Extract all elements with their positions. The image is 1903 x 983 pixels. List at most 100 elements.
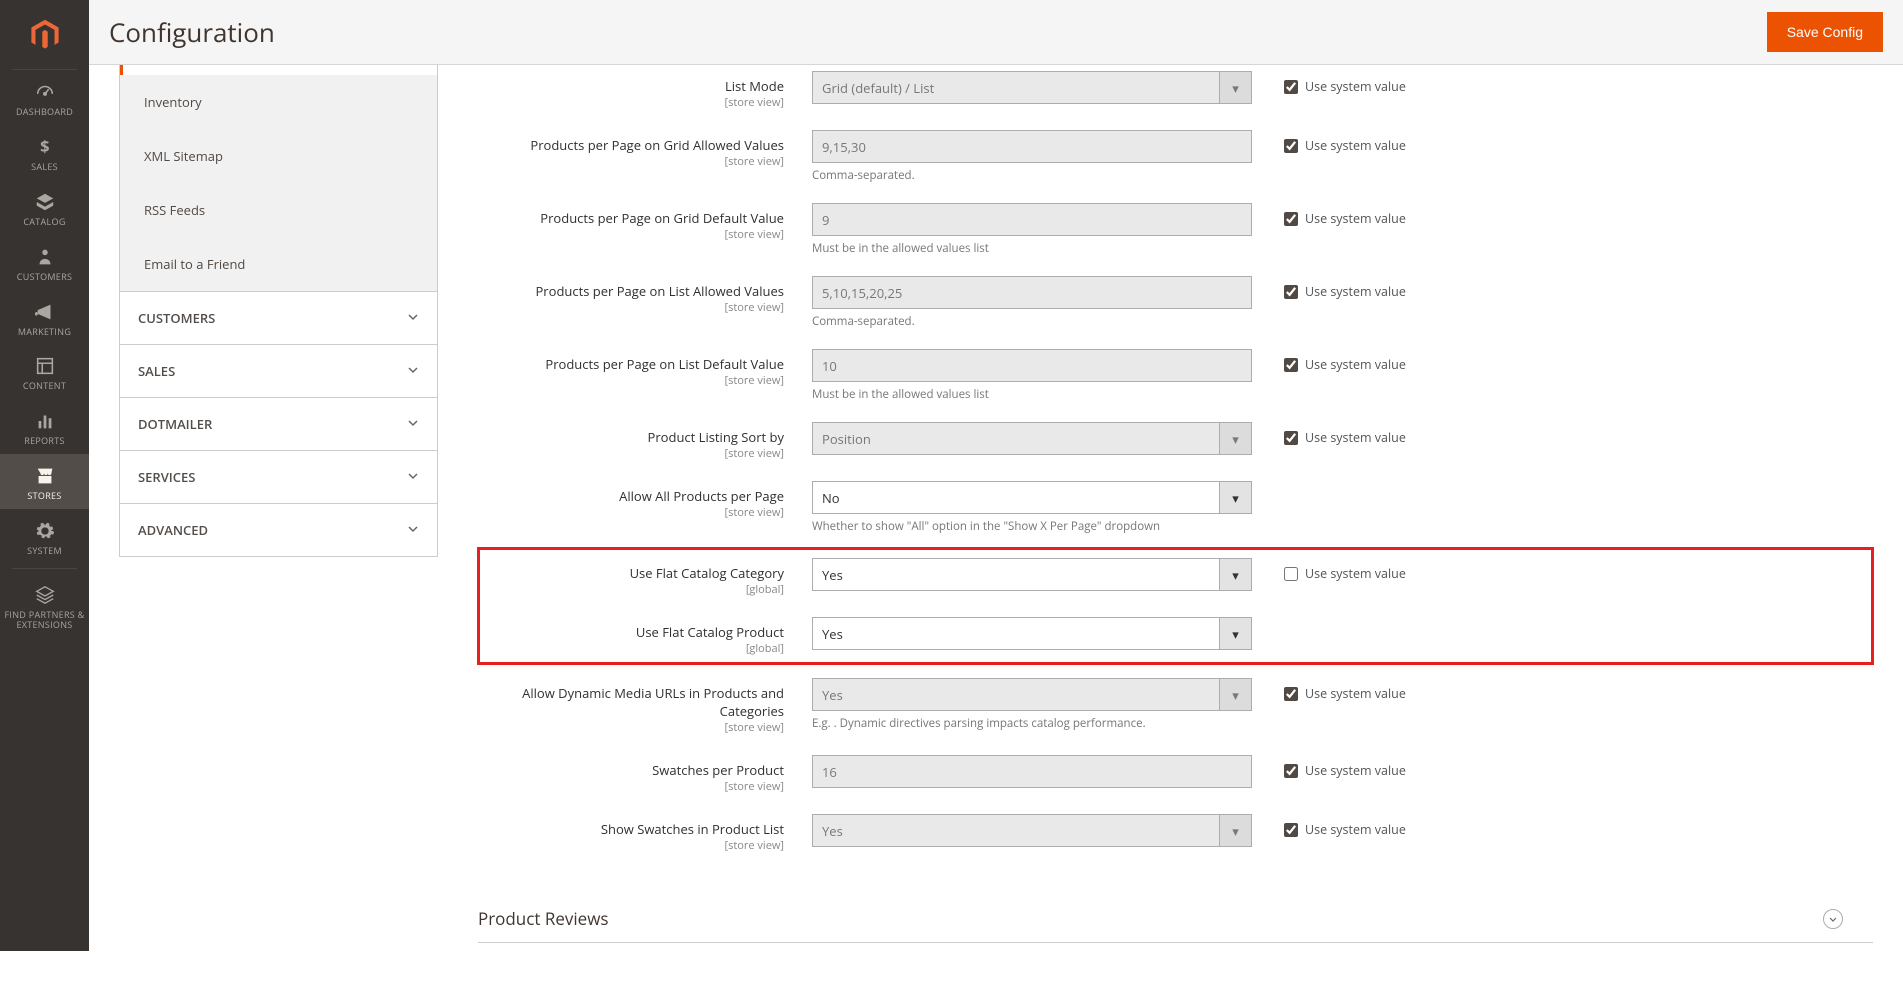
grouptab-advanced[interactable]: ADVANCED <box>120 503 437 556</box>
page-header: Configuration Save Config <box>89 0 1903 65</box>
use-system-label: Use system value <box>1305 78 1406 95</box>
field-grid-allowed: Products per Page on Grid Allowed Values… <box>478 124 1873 197</box>
use-system-check[interactable]: Use system value <box>1252 422 1427 446</box>
nav-system[interactable]: SYSTEM <box>0 509 89 564</box>
use-system-label: Use system value <box>1305 429 1406 446</box>
use-system-checkbox[interactable] <box>1284 764 1298 778</box>
swatches-input <box>812 755 1252 788</box>
use-system-label: Use system value <box>1305 762 1406 779</box>
field-label: Allow Dynamic Media URLs in Products and… <box>522 684 784 720</box>
allow-all-select[interactable]: No▾ <box>812 481 1252 514</box>
grouptab-sales[interactable]: SALES <box>120 344 437 397</box>
grid-default-input <box>812 203 1252 236</box>
use-system-check[interactable]: Use system value <box>1252 130 1427 154</box>
field-label: Use Flat Catalog Category <box>630 564 784 582</box>
use-system-checkbox[interactable] <box>1284 212 1298 226</box>
nav-label: FIND PARTNERS & EXTENSIONS <box>0 610 89 630</box>
section-product-reviews[interactable]: Product Reviews <box>478 895 1873 943</box>
use-system-check[interactable]: Use system value <box>1252 678 1427 702</box>
grouptab-label: SALES <box>138 362 175 380</box>
dynamic-media-select: Yes▾ <box>812 678 1252 711</box>
field-list-mode: List Mode[store view] Grid (default) / L… <box>478 65 1873 124</box>
use-system-check[interactable]: Use system value <box>1252 71 1427 95</box>
field-scope: [store view] <box>478 95 784 110</box>
list-default-input <box>812 349 1252 382</box>
list-mode-select: Grid (default) / List▾ <box>812 71 1252 104</box>
nav-label: REPORTS <box>0 436 89 446</box>
field-show-swatches: Show Swatches in Product List[store view… <box>478 808 1873 867</box>
use-system-check[interactable]: Use system value <box>1252 755 1427 779</box>
grouptab-label: CUSTOMERS <box>138 309 215 327</box>
subtab-inventory[interactable]: Inventory <box>120 75 437 129</box>
use-system-checkbox[interactable] <box>1284 431 1298 445</box>
grouptab-label: DOTMAILER <box>138 415 212 433</box>
subtab-email-friend[interactable]: Email to a Friend <box>120 237 437 291</box>
nav-stores[interactable]: STORES <box>0 454 89 509</box>
use-system-check[interactable]: Use system value <box>1252 276 1427 300</box>
use-system-checkbox[interactable] <box>1284 285 1298 299</box>
field-scope: [store view] <box>478 720 784 735</box>
use-system-label: Use system value <box>1305 685 1406 702</box>
field-help: Comma-separated. <box>812 168 1252 183</box>
nav-label: CUSTOMERS <box>0 272 89 282</box>
use-system-checkbox[interactable] <box>1284 358 1298 372</box>
use-system-label: Use system value <box>1305 210 1406 227</box>
grid-allowed-input <box>812 130 1252 163</box>
select-value: Yes <box>822 822 843 840</box>
chevron-down-icon <box>407 468 419 486</box>
chevron-down-icon: ▾ <box>1219 618 1251 649</box>
use-system-checkbox[interactable] <box>1284 80 1298 94</box>
use-system-checkbox[interactable] <box>1284 823 1298 837</box>
nav-partners[interactable]: FIND PARTNERS & EXTENSIONS <box>0 573 89 638</box>
sort-by-select: Position ▾ <box>812 422 1252 455</box>
expand-icon <box>1823 909 1843 929</box>
field-dynamic-media: Allow Dynamic Media URLs in Products and… <box>478 664 1873 749</box>
select-value: Yes <box>822 625 843 643</box>
use-system-label: Use system value <box>1305 356 1406 373</box>
use-system-check[interactable]: Use system value <box>1252 814 1427 838</box>
subtab-rss-feeds[interactable]: RSS Feeds <box>120 183 437 237</box>
chevron-down-icon <box>407 521 419 539</box>
field-help: Must be in the allowed values list <box>812 387 1252 402</box>
use-system-label: Use system value <box>1305 283 1406 300</box>
field-scope: [store view] <box>478 373 784 388</box>
use-system-checkbox[interactable] <box>1284 687 1298 701</box>
flat-product-select[interactable]: Yes ▾ <box>812 617 1252 650</box>
subtab-xml-sitemap[interactable]: XML Sitemap <box>120 129 437 183</box>
grouptab-services[interactable]: SERVICES <box>120 450 437 503</box>
chevron-down-icon: ▾ <box>1219 423 1251 454</box>
chevron-down-icon <box>407 415 419 433</box>
magento-logo[interactable] <box>12 0 77 70</box>
field-label: Allow All Products per Page <box>619 487 784 505</box>
use-system-check[interactable]: Use system value <box>1252 203 1427 227</box>
grouptab-customers[interactable]: CUSTOMERS <box>120 291 437 344</box>
field-scope: [store view] <box>478 779 784 794</box>
field-label: Product Listing Sort by <box>648 428 784 446</box>
select-value: Yes <box>822 566 843 584</box>
field-label: Show Swatches in Product List <box>601 820 784 838</box>
field-swatches: Swatches per Product[store view] Use sys… <box>478 749 1873 808</box>
chevron-down-icon: ▾ <box>1219 72 1251 103</box>
nav-label: SALES <box>0 162 89 172</box>
nav-sales[interactable]: $ SALES <box>0 125 89 180</box>
nav-catalog[interactable]: CATALOG <box>0 180 89 235</box>
use-system-checkbox[interactable] <box>1284 567 1298 581</box>
field-grid-default: Products per Page on Grid Default Value[… <box>478 197 1873 270</box>
select-value: Position <box>822 430 871 448</box>
use-system-check[interactable]: Use system value <box>1252 349 1427 373</box>
admin-nav: DASHBOARD $ SALES CATALOG CUSTOMERS MARKE… <box>0 0 89 951</box>
nav-customers[interactable]: CUSTOMERS <box>0 235 89 290</box>
use-system-check[interactable]: Use system value <box>1252 558 1427 582</box>
nav-reports[interactable]: REPORTS <box>0 399 89 454</box>
grouptab-dotmailer[interactable]: DOTMAILER <box>120 397 437 450</box>
select-value: Yes <box>822 686 843 704</box>
svg-text:$: $ <box>40 136 50 158</box>
use-system-checkbox[interactable] <box>1284 139 1298 153</box>
save-config-button[interactable]: Save Config <box>1767 12 1883 52</box>
tab-active-indicator <box>120 65 437 75</box>
field-label: Products per Page on Grid Allowed Values <box>530 136 784 154</box>
flat-category-select[interactable]: Yes▾ <box>812 558 1252 591</box>
nav-dashboard[interactable]: DASHBOARD <box>0 70 89 125</box>
nav-content[interactable]: CONTENT <box>0 344 89 399</box>
nav-marketing[interactable]: MARKETING <box>0 290 89 345</box>
